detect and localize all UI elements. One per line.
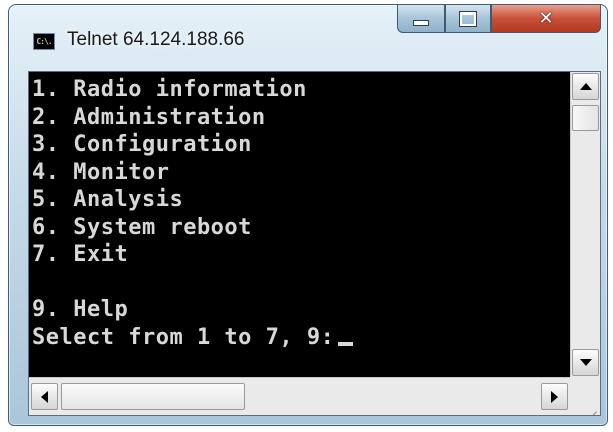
arrow-up-icon bbox=[579, 83, 592, 90]
console-output[interactable]: 1. Radio information 2. Administration 3… bbox=[29, 72, 570, 377]
scroll-left-button[interactable] bbox=[31, 383, 58, 410]
text-cursor bbox=[338, 341, 354, 346]
menu-option: 2. Administration bbox=[32, 104, 266, 130]
blank-line bbox=[32, 269, 353, 297]
horizontal-scroll-thumb[interactable] bbox=[61, 383, 245, 410]
menu-option: 5. Analysis bbox=[32, 187, 184, 212]
menu-option: 9. Help bbox=[32, 297, 129, 322]
menu-option: 7. Exit bbox=[32, 242, 129, 267]
maximize-icon bbox=[459, 10, 477, 27]
scroll-right-button[interactable] bbox=[541, 383, 568, 410]
close-button[interactable]: ✕ bbox=[491, 5, 601, 33]
vertical-scrollbar[interactable] bbox=[570, 72, 600, 377]
minimize-icon bbox=[413, 19, 429, 26]
resize-grip[interactable] bbox=[570, 377, 600, 415]
arrow-left-icon bbox=[41, 390, 48, 403]
console-icon[interactable]: C:\. bbox=[33, 33, 55, 50]
minimize-button[interactable] bbox=[397, 5, 445, 33]
menu-option: 6. System reboot bbox=[32, 214, 252, 240]
menu-option: 1. Radio information bbox=[32, 77, 307, 102]
scroll-up-button[interactable] bbox=[572, 73, 599, 100]
close-icon: ✕ bbox=[538, 7, 554, 29]
maximize-button[interactable] bbox=[445, 5, 491, 33]
menu-option: 3. Configuration bbox=[32, 132, 252, 157]
window-title: Telnet 64.124.188.66 bbox=[67, 29, 245, 50]
prompt-line: Select from 1 to 7, 9: bbox=[32, 324, 354, 352]
telnet-window: C:\. Telnet 64.124.188.66 ✕ 1. Radio inf… bbox=[8, 4, 608, 426]
horizontal-scrollbar[interactable] bbox=[29, 377, 570, 415]
menu-option: 4. Monitor bbox=[32, 159, 170, 185]
console-client-area: 1. Radio information 2. Administration 3… bbox=[28, 71, 601, 416]
arrow-down-icon bbox=[579, 359, 592, 366]
prompt-text: Select from 1 to 7, 9: bbox=[32, 324, 335, 350]
title-bar[interactable]: C:\. Telnet 64.124.188.66 ✕ bbox=[9, 5, 607, 65]
caption-buttons: ✕ bbox=[397, 5, 601, 35]
arrow-right-icon bbox=[551, 390, 558, 403]
menu-list: 1. Radio information 2. Administration 3… bbox=[32, 76, 354, 352]
vertical-scroll-thumb[interactable] bbox=[572, 105, 599, 131]
scroll-down-button[interactable] bbox=[572, 349, 599, 376]
